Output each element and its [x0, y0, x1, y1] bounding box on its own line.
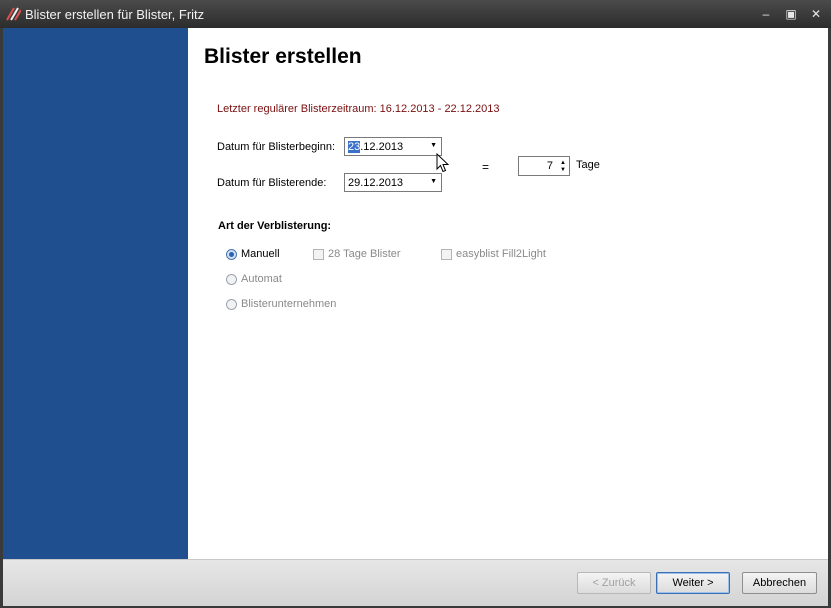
chevron-down-icon[interactable]: ▼	[430, 178, 437, 185]
window-title: Blister erstellen für Blister, Fritz	[25, 7, 205, 22]
last-period-info: Letzter regulärer Blisterzeitraum: 16.12…	[217, 103, 500, 115]
maximize-icon: ▣	[785, 7, 797, 21]
wizard-footer: < Zurück Weiter > Abbrechen	[3, 559, 828, 606]
radio-manuell[interactable]	[226, 249, 237, 260]
radio-manuell-label[interactable]: Manuell	[241, 248, 280, 260]
radio-blisterunternehmen[interactable]	[226, 299, 237, 310]
checkbox-easyblist[interactable]	[441, 249, 452, 260]
close-button[interactable]: ✕	[805, 4, 827, 24]
equals-sign: =	[482, 160, 490, 174]
checkbox-28-tage-label[interactable]: 28 Tage Blister	[328, 248, 401, 260]
back-button[interactable]: < Zurück	[577, 572, 651, 594]
close-icon: ✕	[810, 7, 822, 21]
begin-date-day-selected: 23	[348, 141, 361, 153]
blister-mode-heading: Art der Verblisterung:	[218, 220, 332, 232]
days-unit-label: Tage	[576, 159, 600, 171]
cancel-button[interactable]: Abbrechen	[742, 572, 817, 594]
begin-date-rest: .12.2013	[360, 141, 404, 153]
days-spinner[interactable]: 7 ▲ ▼	[518, 156, 570, 176]
spin-up-icon[interactable]: ▲	[560, 160, 566, 166]
title-bar[interactable]: Blister erstellen für Blister, Fritz – ▣…	[0, 0, 831, 28]
begin-date-picker[interactable]: 23.12.2013 ▼	[344, 137, 442, 156]
minimize-button[interactable]: –	[755, 4, 777, 24]
maximize-button[interactable]: ▣	[780, 4, 802, 24]
next-button[interactable]: Weiter >	[656, 572, 730, 594]
spin-down-icon[interactable]: ▼	[560, 167, 566, 173]
checkbox-easyblist-label[interactable]: easyblist Fill2Light	[456, 248, 546, 260]
begin-date-value[interactable]: 23.12.2013	[348, 141, 403, 153]
end-date-picker[interactable]: 29.12.2013 ▼	[344, 173, 442, 192]
minimize-icon: –	[762, 7, 770, 21]
dialog-client: Blister erstellen Letzter regulärer Blis…	[3, 28, 828, 606]
end-date-label: Datum für Blisterende:	[217, 177, 327, 189]
radio-automat[interactable]	[226, 274, 237, 285]
begin-date-label: Datum für Blisterbeginn:	[217, 141, 335, 153]
app-icon	[6, 7, 21, 21]
checkbox-28-tage[interactable]	[313, 249, 324, 260]
page-title: Blister erstellen	[204, 45, 362, 68]
wizard-sidebar	[3, 28, 188, 559]
application-window: Blister erstellen für Blister, Fritz – ▣…	[0, 0, 831, 608]
radio-blisterunternehmen-label[interactable]: Blisterunternehmen	[241, 298, 336, 310]
mouse-cursor-icon	[436, 153, 450, 173]
radio-automat-label[interactable]: Automat	[241, 273, 282, 285]
end-date-value[interactable]: 29.12.2013	[348, 177, 403, 189]
days-value[interactable]: 7	[547, 160, 553, 172]
chevron-down-icon[interactable]: ▼	[430, 142, 437, 149]
wizard-content: Blister erstellen Letzter regulärer Blis…	[188, 28, 828, 559]
